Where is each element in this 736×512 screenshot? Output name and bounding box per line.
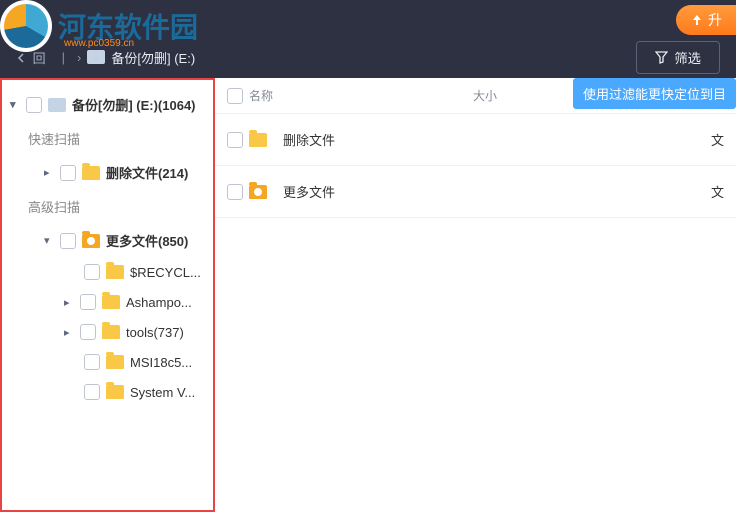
checkbox[interactable]	[227, 184, 243, 200]
tree-item-more[interactable]: ▾ 更多文件(850)	[8, 224, 207, 257]
list-item-type: 文	[694, 130, 724, 149]
tree-item[interactable]: System V...	[8, 377, 207, 407]
drive-icon	[48, 98, 66, 112]
tree-item-label: 删除文件(214)	[106, 163, 188, 182]
funnel-icon	[655, 51, 668, 64]
tree-item-label: 更多文件(850)	[106, 231, 188, 250]
chevron-left-icon	[16, 53, 26, 63]
list-item[interactable]: 更多文件 文	[215, 166, 736, 218]
tree-root-label: 备份[勿删] (E:)(1064)	[72, 95, 196, 114]
quick-scan-label: 快速扫描	[8, 121, 207, 156]
list-item-name: 更多文件	[283, 182, 694, 201]
list-item[interactable]: 删除文件 文	[215, 114, 736, 166]
folder-icon	[102, 325, 120, 339]
chevron-down-icon[interactable]: ▾	[44, 234, 58, 247]
checkbox[interactable]	[80, 294, 96, 310]
folder-icon	[106, 355, 124, 369]
logo-watermark: 河东软件园 www.pc0359.cn	[0, 0, 198, 52]
sidebar-tree: ▾ 备份[勿删] (E:)(1064) 快速扫描 ▸ 删除文件(214) 高级扫…	[0, 78, 215, 512]
folder-icon	[249, 133, 267, 147]
folder-icon	[249, 185, 267, 199]
folder-icon	[106, 265, 124, 279]
tree-item-label: System V...	[130, 385, 195, 400]
tree-item-label: tools(737)	[126, 325, 184, 340]
column-name[interactable]: 名称	[249, 87, 273, 104]
tree-item-deleted[interactable]: ▸ 删除文件(214)	[8, 156, 207, 189]
tree-item[interactable]: ▸ tools(737)	[8, 317, 207, 347]
folder-icon	[102, 295, 120, 309]
checkbox-all[interactable]	[227, 88, 243, 104]
chevron-right-icon[interactable]: ▸	[44, 166, 58, 179]
deep-scan-label: 高级扫描	[8, 189, 207, 224]
tree-item[interactable]: $RECYCL...	[8, 257, 207, 287]
back-label: 回	[33, 51, 46, 66]
checkbox[interactable]	[84, 354, 100, 370]
folder-icon	[82, 234, 100, 248]
checkbox[interactable]	[26, 97, 42, 113]
checkbox[interactable]	[80, 324, 96, 340]
list-item-type: 文	[694, 182, 724, 201]
checkbox[interactable]	[60, 165, 76, 181]
checkbox[interactable]	[84, 264, 100, 280]
tree-item[interactable]: MSI18c5...	[8, 347, 207, 377]
tree-root[interactable]: ▾ 备份[勿删] (E:)(1064)	[8, 88, 207, 121]
drive-icon	[87, 50, 105, 64]
list-item-name: 删除文件	[283, 130, 694, 149]
checkbox[interactable]	[227, 132, 243, 148]
chevron-down-icon[interactable]: ▾	[10, 98, 24, 111]
checkbox[interactable]	[84, 384, 100, 400]
logo-icon	[0, 0, 52, 52]
filter-label: 筛选	[674, 48, 701, 67]
file-list: 使用过滤能更快定位到目 名称 大小 删除文件 文 更多文件 文	[215, 78, 736, 512]
arrow-up-icon	[690, 13, 704, 27]
chevron-right-icon[interactable]: ▸	[64, 296, 78, 309]
checkbox[interactable]	[60, 233, 76, 249]
tree-item-label: MSI18c5...	[130, 355, 192, 370]
filter-tooltip: 使用过滤能更快定位到目	[573, 78, 736, 109]
upgrade-button[interactable]: 升	[676, 5, 736, 35]
folder-icon	[106, 385, 124, 399]
tree-item-label: Ashampo...	[126, 295, 192, 310]
folder-icon	[82, 166, 100, 180]
logo-subtitle: www.pc0359.cn	[64, 38, 134, 49]
tree-item-label: $RECYCL...	[130, 265, 201, 280]
upgrade-label: 升	[708, 10, 722, 30]
filter-button[interactable]: 筛选	[636, 41, 720, 74]
tree-item[interactable]: ▸ Ashampo...	[8, 287, 207, 317]
chevron-right-icon[interactable]: ▸	[64, 326, 78, 339]
